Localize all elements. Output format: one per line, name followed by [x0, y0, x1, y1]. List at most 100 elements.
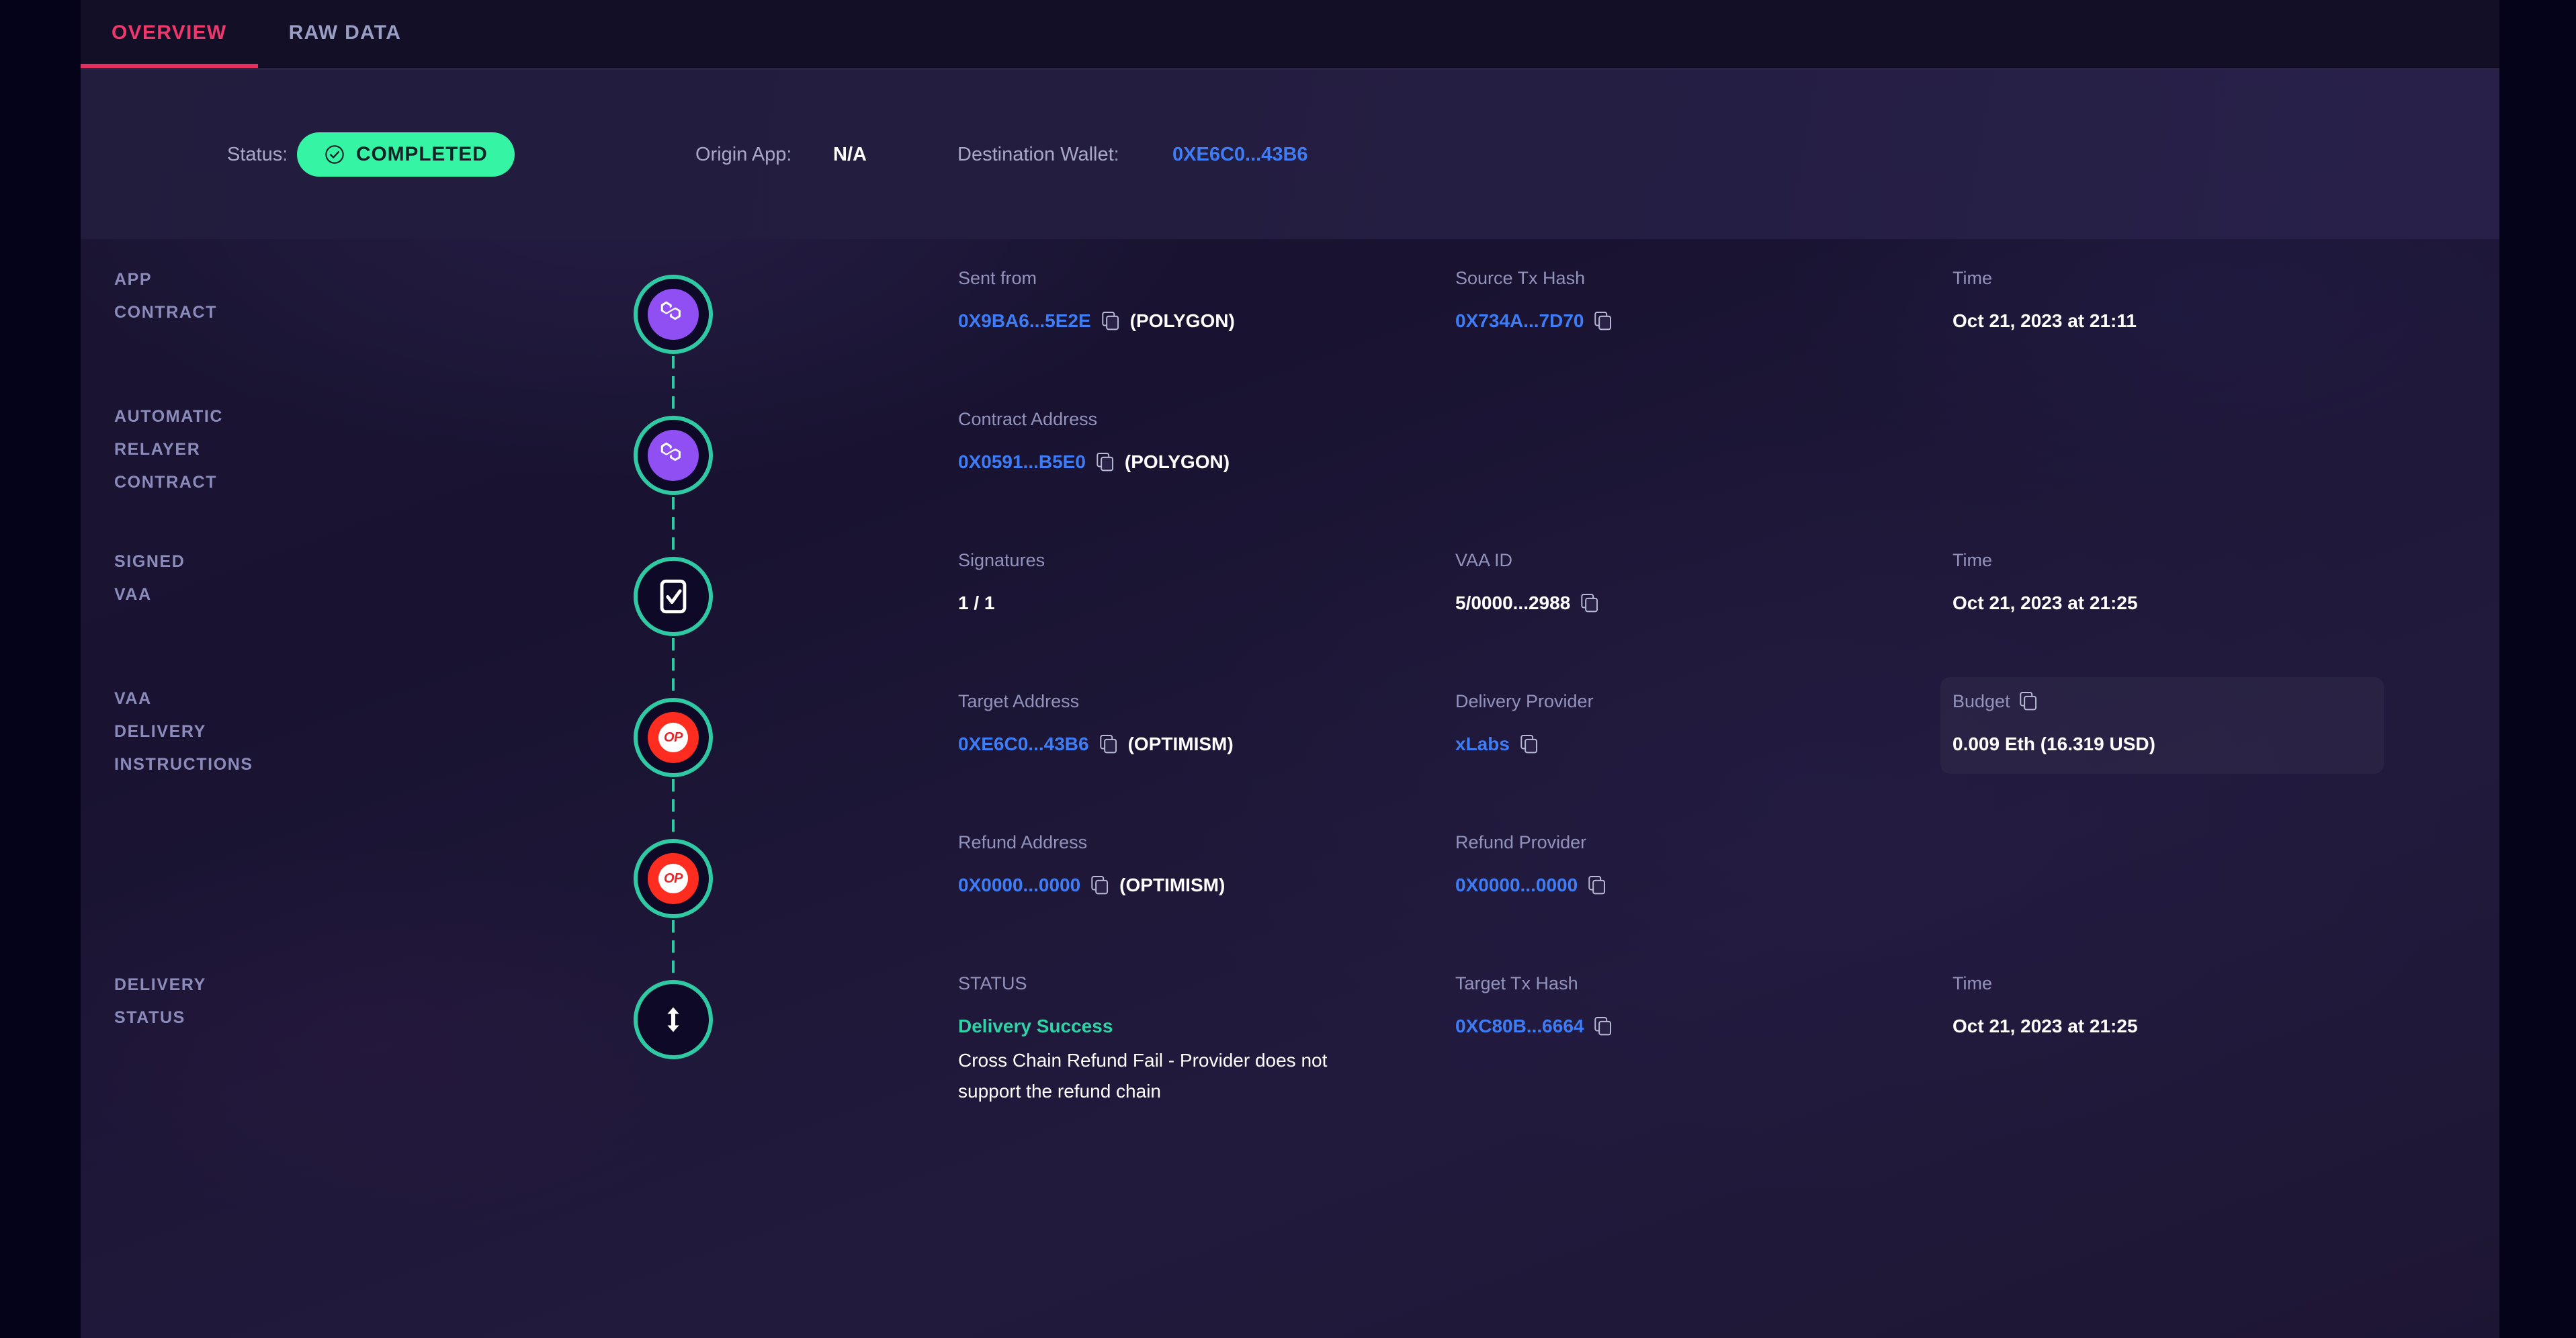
chain-tag: (OPTIMISM) — [1119, 875, 1226, 895]
budget-label-text: Budget — [1952, 691, 2010, 711]
stage-label-app-contract: APP CONTRACT — [114, 263, 464, 329]
field-time: Time Oct 21, 2023 at 21:11 — [1952, 265, 2436, 336]
field-delivery-provider: Delivery Provider xLabs — [1455, 688, 1939, 759]
stage-line: DELIVERY — [114, 722, 206, 741]
copy-icon[interactable] — [1097, 452, 1114, 472]
stage-label-vaa-delivery-instructions: VAA DELIVERY INSTRUCTIONS — [114, 682, 464, 781]
copy-icon[interactable] — [1594, 1016, 1612, 1036]
timeline-node — [632, 978, 715, 1061]
field-value: xLabs — [1455, 729, 1939, 759]
timeline-node — [632, 273, 715, 356]
signatures-value: 1 / 1 — [958, 592, 995, 613]
field-label: Time — [1952, 973, 1992, 993]
target-tx-hash-value[interactable]: 0XC80B...6664 — [1455, 1012, 1584, 1041]
field-value: 5/0000...2988 — [1455, 588, 1939, 618]
tab-overview-label: OVERVIEW — [112, 21, 227, 44]
field-value: Oct 21, 2023 at 21:25 — [1952, 588, 2436, 618]
time-value: Oct 21, 2023 at 21:11 — [1952, 310, 2137, 331]
optimism-op-label: OP — [658, 723, 688, 752]
field-sent-from: Sent from 0X9BA6...5E2E (POLYGON) — [958, 265, 1442, 336]
optimism-icon: OP — [648, 712, 699, 763]
field-label: Time — [1952, 268, 1992, 288]
budget-highlight-box: Budget 0.009 Eth (16.319 USD) — [1940, 677, 2384, 774]
field-label: Signatures — [958, 550, 1045, 570]
destination-wallet-value[interactable]: 0XE6C0...43B6 — [1172, 144, 1308, 166]
source-tx-hash-value[interactable]: 0X734A...7D70 — [1455, 306, 1584, 336]
field-label: STATUS — [958, 973, 1027, 993]
field-refund-provider: Refund Provider 0X0000...0000 — [1455, 829, 1939, 900]
status-label: Status: — [227, 143, 288, 165]
field-time: Time Oct 21, 2023 at 21:25 — [1952, 547, 2436, 618]
field-budget: Budget 0.009 Eth (16.319 USD) — [1952, 688, 2436, 774]
page-root: OVERVIEW RAW DATA Status: COMPLETED Orig… — [0, 0, 2576, 1338]
copy-icon[interactable] — [1588, 875, 1606, 895]
field-value: 0.009 Eth (16.319 USD) — [1952, 729, 2369, 759]
field-value: 0X9BA6...5E2E (POLYGON) — [958, 306, 1442, 336]
tab-list: OVERVIEW RAW DATA — [81, 0, 432, 68]
stage-line: RELAYER — [114, 440, 201, 459]
polygon-icon — [648, 289, 699, 340]
time-value: Oct 21, 2023 at 21:25 — [1952, 1016, 2138, 1036]
status-badge[interactable]: COMPLETED — [297, 132, 515, 177]
copy-icon[interactable] — [1520, 734, 1538, 754]
field-value: Oct 21, 2023 at 21:11 — [1952, 306, 2436, 336]
polygon-glyph — [660, 442, 681, 461]
stage-line: STATUS — [114, 1008, 185, 1027]
field-target-address: Target Address 0XE6C0...43B6 (OPTIMISM) — [958, 688, 1442, 759]
chain-tag: (POLYGON) — [1129, 310, 1235, 331]
timeline-node: OP — [632, 837, 715, 920]
transaction-detail-panel: OVERVIEW RAW DATA Status: COMPLETED Orig… — [81, 0, 2499, 1338]
field-value: Delivery Success — [958, 1012, 1442, 1041]
timeline-node: OP — [632, 696, 715, 779]
field-time: Time Oct 21, 2023 at 21:25 — [1952, 970, 2436, 1041]
tab-raw-data-label: RAW DATA — [288, 21, 402, 44]
field-label: VAA ID — [1455, 550, 1513, 570]
copy-icon[interactable] — [2019, 691, 2037, 711]
copy-icon[interactable] — [1101, 311, 1119, 331]
node-ring — [634, 980, 713, 1059]
vaa-id-value: 5/0000...2988 — [1455, 592, 1571, 613]
field-refund-address: Refund Address 0X0000...0000 (OPTIMISM) — [958, 829, 1442, 900]
refund-address-value[interactable]: 0X0000...0000 — [958, 871, 1080, 900]
check-circle-icon — [325, 145, 344, 164]
field-label: Delivery Provider — [1455, 691, 1594, 711]
field-value: 0X0591...B5E0 (POLYGON) — [958, 447, 1442, 477]
refund-provider-value[interactable]: 0X0000...0000 — [1455, 871, 1578, 900]
sent-from-address[interactable]: 0X9BA6...5E2E — [958, 306, 1091, 336]
polygon-icon — [648, 430, 699, 481]
stage-line: SIGNED — [114, 552, 185, 571]
polygon-glyph — [660, 301, 681, 320]
target-address-value[interactable]: 0XE6C0...43B6 — [958, 729, 1089, 759]
delivery-provider-value[interactable]: xLabs — [1455, 729, 1510, 759]
field-status: STATUS Delivery Success Cross Chain Refu… — [958, 970, 1442, 1107]
delivery-status-note: Cross Chain Refund Fail - Provider does … — [958, 1050, 1328, 1102]
tab-overview[interactable]: OVERVIEW — [81, 0, 258, 68]
field-value: 0X0000...0000 (OPTIMISM) — [958, 871, 1442, 900]
field-label: Sent from — [958, 268, 1037, 288]
node-ring — [634, 416, 713, 495]
copy-icon[interactable] — [1099, 734, 1117, 754]
stage-line: DELIVERY — [114, 975, 206, 994]
field-value: 0XC80B...6664 — [1455, 1012, 1939, 1041]
field-contract-address: Contract Address 0X0591...B5E0 (POLYGON) — [958, 406, 1442, 477]
field-target-tx-hash: Target Tx Hash 0XC80B...6664 — [1455, 970, 1939, 1041]
field-label: Refund Address — [958, 832, 1088, 852]
stage-label-delivery-status: DELIVERY STATUS — [114, 969, 464, 1034]
stage-line: APP — [114, 270, 153, 289]
field-vaa-id: VAA ID 5/0000...2988 — [1455, 547, 1939, 618]
field-value: 0X0000...0000 — [1455, 871, 1939, 900]
copy-icon[interactable] — [1581, 593, 1598, 613]
destination-wallet-label: Destination Wallet: — [957, 143, 1119, 165]
copy-icon[interactable] — [1091, 875, 1109, 895]
summary-bar: Status: COMPLETED Origin App: N/A Destin… — [81, 70, 2499, 239]
field-value: 0XE6C0...43B6 (OPTIMISM) — [958, 729, 1442, 759]
chain-tag: (POLYGON) — [1124, 451, 1230, 472]
field-label: Contract Address — [958, 409, 1098, 429]
contract-address-value[interactable]: 0X0591...B5E0 — [958, 447, 1086, 477]
field-label: Refund Provider — [1455, 832, 1587, 852]
status-badge-label: COMPLETED — [356, 143, 488, 165]
field-label: Time — [1952, 550, 1992, 570]
timeline: APP CONTRACT Sent from 0X9BA6...5E2E (PO… — [81, 239, 2499, 1338]
copy-icon[interactable] — [1594, 311, 1612, 331]
tab-raw-data[interactable]: RAW DATA — [258, 0, 433, 68]
